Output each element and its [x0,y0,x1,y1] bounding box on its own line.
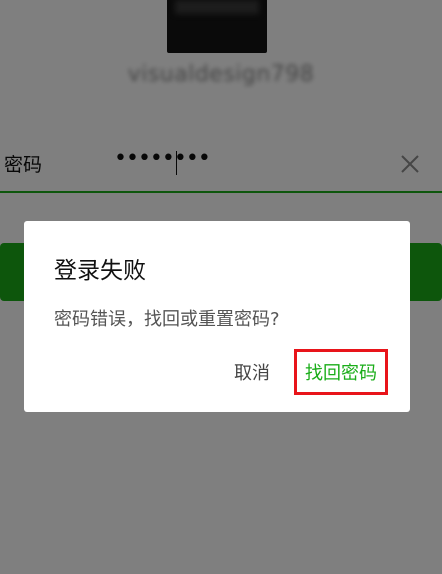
login-failed-dialog: 登录失败 密码错误，找回或重置密码? 取消 找回密码 [24,221,410,412]
cancel-button[interactable]: 取消 [224,357,280,387]
dialog-title: 登录失败 [54,258,146,284]
retrieve-password-button[interactable]: 找回密码 [294,349,388,395]
dialog-message: 密码错误，找回或重置密码? [54,309,280,330]
